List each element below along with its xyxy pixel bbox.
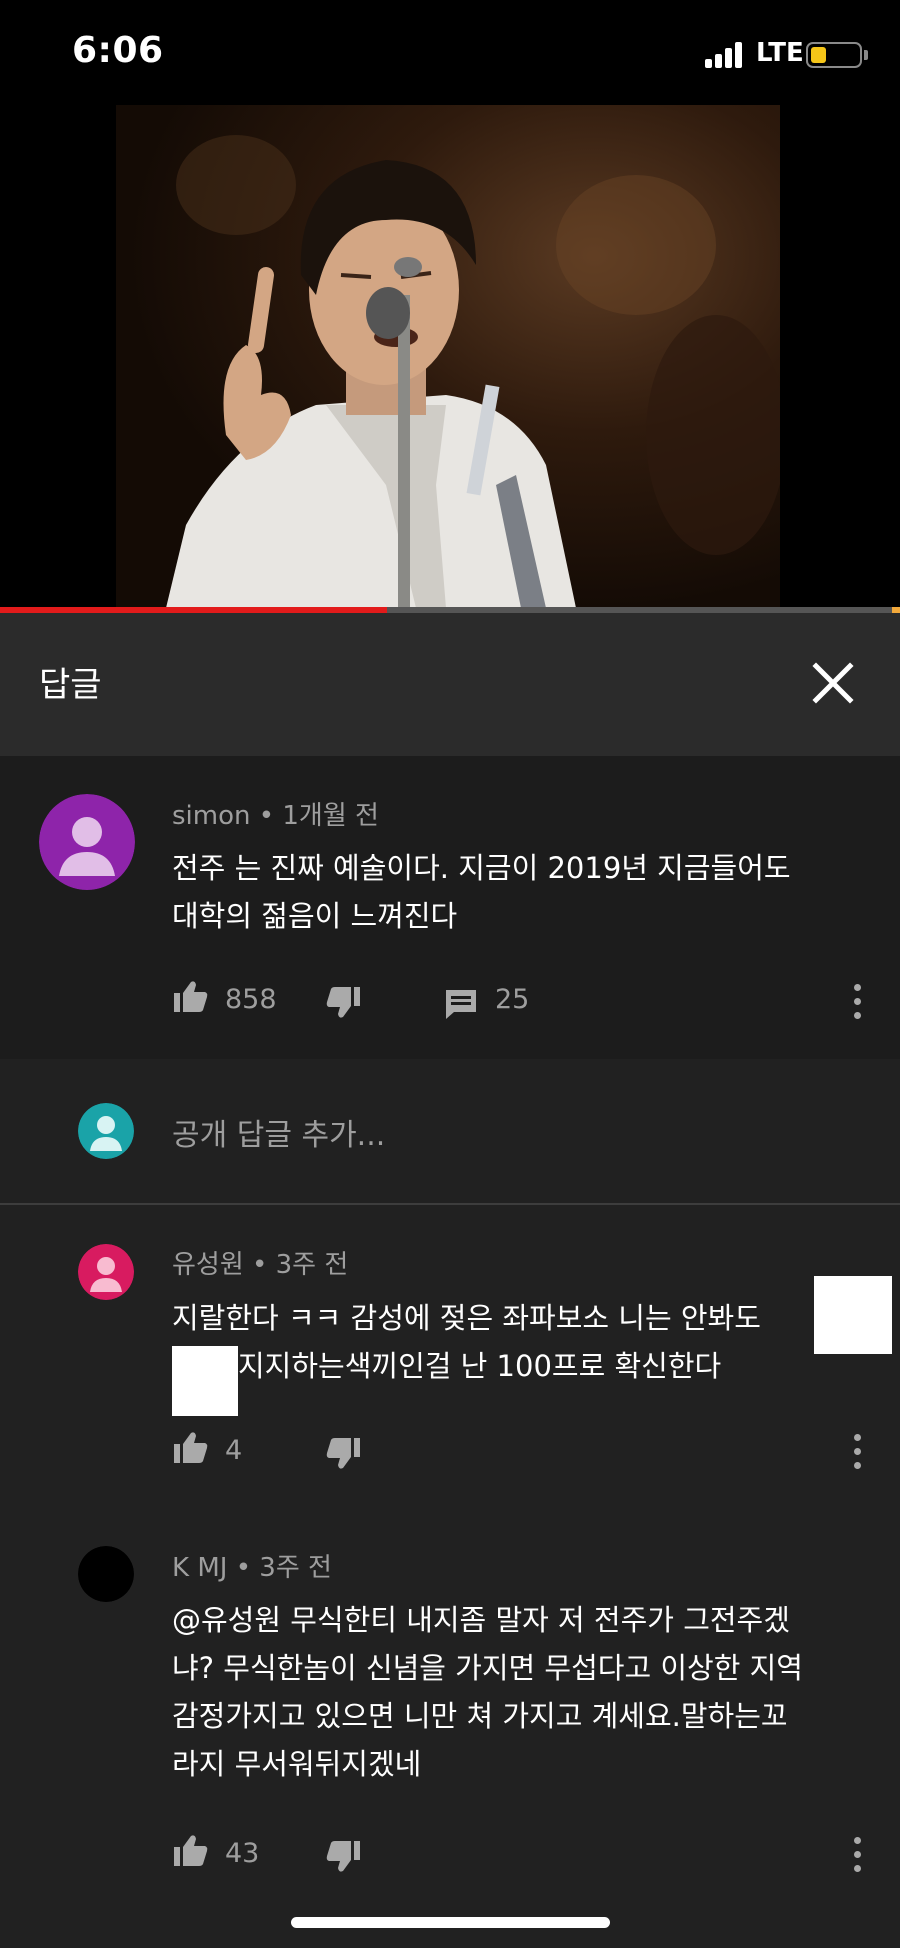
- battery-tip: [864, 50, 868, 60]
- avatar[interactable]: [78, 1546, 134, 1602]
- redaction-box: [814, 1276, 892, 1354]
- reply-time: 3주 전: [275, 1250, 349, 1280]
- reply-meta: 유성원 • 3주 전: [172, 1244, 348, 1281]
- avatar[interactable]: [78, 1244, 134, 1300]
- reply-comment-icon[interactable]: [444, 988, 478, 1020]
- like-icon[interactable]: [172, 1833, 208, 1867]
- reply-text: @유성원 무식한티 내지좀 말자 저 전주가 그전주겠 냐? 무식한놈이 신념을…: [172, 1596, 872, 1788]
- replies-header: 답글: [0, 613, 900, 756]
- user-avatar-icon: [78, 1103, 134, 1159]
- video-player[interactable]: [0, 105, 900, 613]
- reply-text-line: 라지 무서워뒤지겠네: [172, 1747, 422, 1781]
- status-bar: 6:06 LTE: [0, 0, 900, 105]
- reply-author[interactable]: 유성원: [172, 1250, 244, 1280]
- reply-meta: K MJ • 3주 전: [172, 1547, 332, 1584]
- reply-text: 지랄한다 ㅋㅋ 감성에 젖은 좌파보소 니는 안봐도 지지하는색끼인걸 난 10…: [172, 1294, 892, 1390]
- video-image: [116, 105, 780, 608]
- reply-text-line: 지지하는색끼인걸 난 100프로 확신한다: [238, 1349, 722, 1383]
- comment-time: 1개월 전: [282, 801, 379, 831]
- default-avatar-icon: [78, 1244, 134, 1300]
- avatar: [78, 1103, 134, 1159]
- video-frame[interactable]: [116, 105, 780, 608]
- like-icon[interactable]: [172, 979, 208, 1013]
- comment-meta: simon • 1개월 전: [172, 795, 379, 832]
- like-count: 858: [225, 984, 277, 1015]
- reply-count: 25: [495, 984, 530, 1015]
- dislike-icon[interactable]: [326, 1840, 362, 1874]
- more-options-icon[interactable]: [852, 1837, 862, 1873]
- meta-separator: •: [258, 801, 275, 831]
- comment-text-line: 전주 는 진짜 예술이다. 지금이 2019년 지금들어도: [172, 851, 791, 885]
- reply-text-line: @유성원 무식한티 내지좀 말자 저 전주가 그전주겠: [172, 1603, 790, 1637]
- home-indicator[interactable]: [291, 1917, 610, 1928]
- meta-separator: •: [252, 1250, 268, 1280]
- dislike-icon[interactable]: [326, 1437, 362, 1471]
- like-count: 43: [225, 1838, 260, 1869]
- replies-title: 답글: [39, 665, 102, 705]
- avatar-image: [78, 1546, 134, 1602]
- comment-author[interactable]: simon: [172, 801, 250, 831]
- battery-icon: [806, 42, 862, 68]
- close-icon[interactable]: [806, 656, 860, 710]
- reply-text-line: 지랄한다 ㅋㅋ 감성에 젖은 좌파보소 니는 안봐도: [172, 1301, 761, 1335]
- reply-input[interactable]: 공개 답글 추가...: [172, 1110, 385, 1154]
- comment-text-line: 대학의 젊음이 느껴진다: [172, 899, 458, 933]
- signal-icon: [705, 40, 749, 68]
- comment-text: 전주 는 진짜 예술이다. 지금이 2019년 지금들어도 대학의 젊음이 느껴…: [172, 844, 872, 940]
- network-label: LTE: [756, 38, 804, 68]
- meta-separator: •: [235, 1553, 252, 1583]
- reply-text-line: 감정가지고 있으면 니만 쳐 가지고 계세요.말하는꼬: [172, 1699, 788, 1733]
- divider: [0, 1203, 900, 1205]
- reply-text-line: 냐? 무식한놈이 신념을 가지면 무섭다고 이상한 지역: [172, 1651, 803, 1685]
- more-options-icon[interactable]: [852, 984, 862, 1020]
- reply-author[interactable]: K MJ: [172, 1553, 227, 1583]
- default-avatar-icon: [39, 794, 135, 890]
- more-options-icon[interactable]: [852, 1434, 862, 1470]
- reply-time: 3주 전: [259, 1553, 332, 1583]
- status-time: 6:06: [72, 30, 164, 71]
- dislike-icon[interactable]: [326, 986, 362, 1020]
- redaction-box: [172, 1346, 238, 1416]
- like-count: 4: [225, 1435, 243, 1466]
- avatar[interactable]: [39, 794, 135, 890]
- like-icon[interactable]: [172, 1430, 208, 1464]
